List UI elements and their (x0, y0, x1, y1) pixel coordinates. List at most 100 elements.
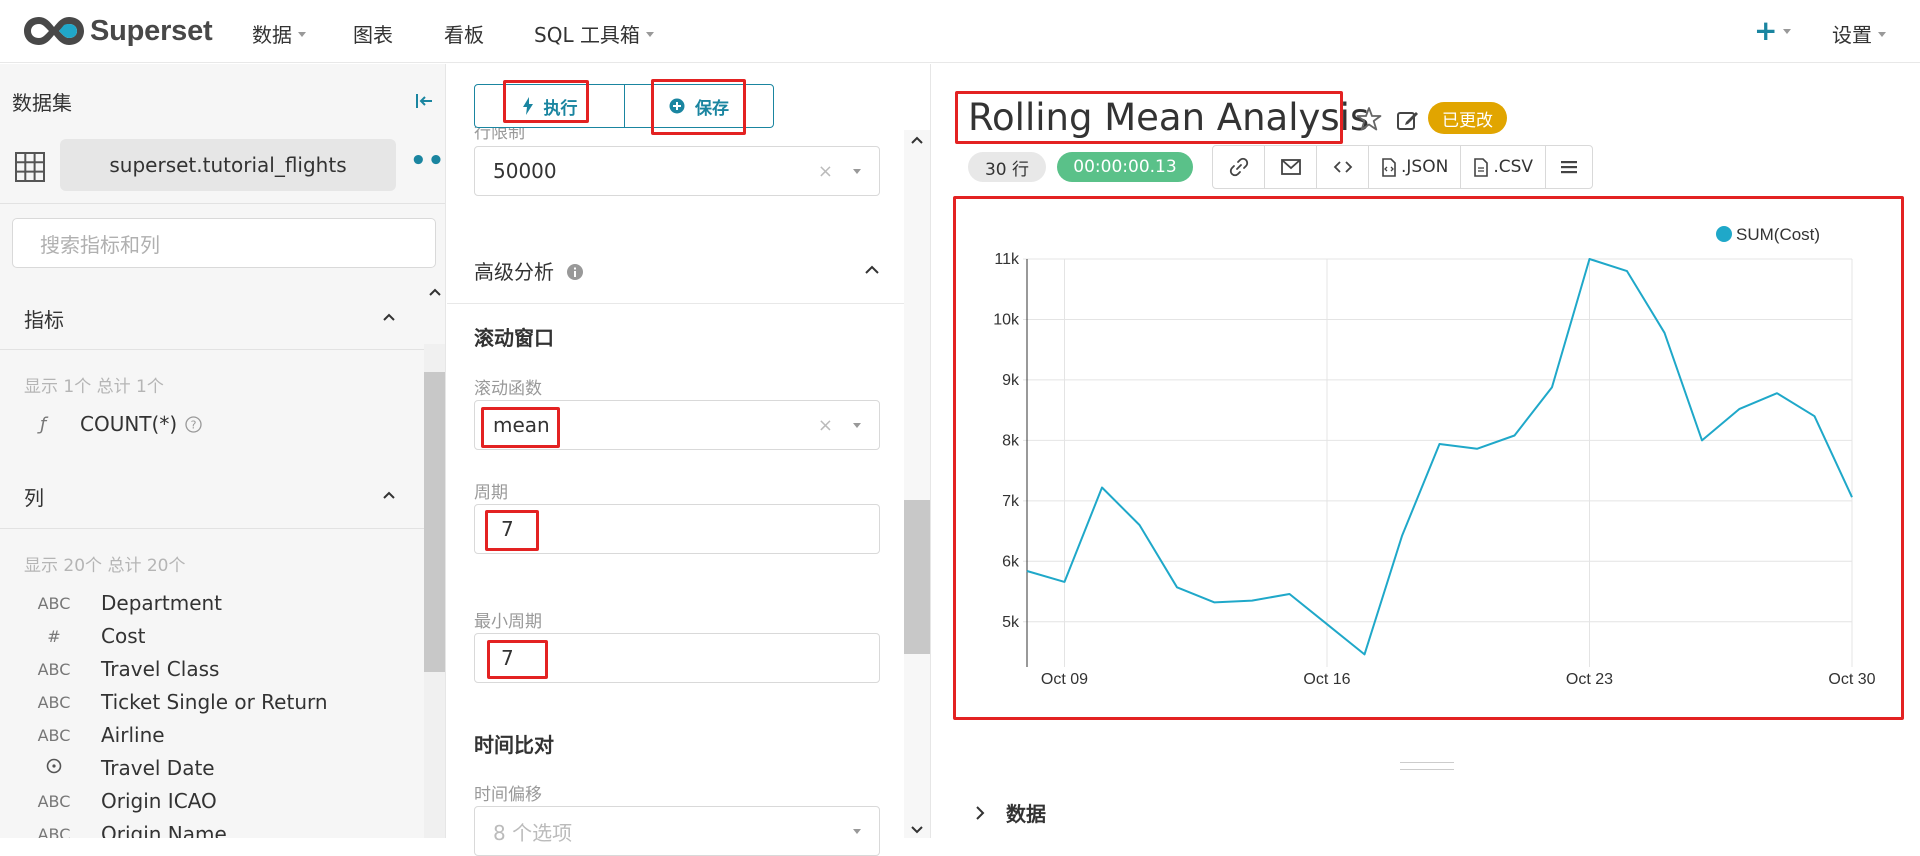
chevron-up-icon[interactable] (382, 310, 396, 324)
min-period-input[interactable]: 7 (474, 633, 880, 683)
embed-code-button[interactable] (1317, 146, 1369, 188)
metric-name: COUNT(*) (80, 412, 177, 436)
column-item[interactable]: ABCTicket Single or Return (28, 687, 328, 717)
settings-menu[interactable]: 设置 (1832, 19, 1886, 48)
search-metrics-columns-input[interactable]: 搜索指标和列 (12, 218, 436, 268)
plus-circle-icon (669, 98, 685, 114)
scroll-up-icon[interactable] (428, 286, 442, 298)
rolling-function-select[interactable]: mean × (474, 400, 880, 450)
dataset-panel-title: 数据集 (12, 87, 72, 116)
y-tick-label: 11k (994, 251, 1020, 268)
function-icon: ƒ (40, 414, 60, 435)
new-menu[interactable]: + (1754, 14, 1791, 47)
row-count-badge: 30 行 (968, 152, 1046, 182)
column-name: Origin ICAO (101, 789, 217, 813)
column-item[interactable]: ABCOrigin Name (28, 819, 227, 838)
changed-badge: 已更改 (1428, 102, 1507, 134)
chevron-down-icon (853, 829, 861, 834)
help-icon[interactable]: ? (185, 416, 202, 433)
column-name: Department (101, 591, 222, 615)
time-shift-label: 时间偏移 (474, 780, 542, 805)
scrollbar-thumb[interactable] (904, 500, 930, 654)
column-item[interactable]: Travel Date (28, 753, 215, 783)
star-icon[interactable] (1356, 106, 1382, 132)
legend-label: SUM(Cost) (1736, 225, 1820, 244)
series-line-sum-cost (1027, 259, 1852, 654)
string-type-icon: ABC (28, 792, 80, 811)
chevron-down-icon (298, 32, 306, 37)
metrics-summary: 显示 1个 总计 1个 (24, 372, 164, 397)
metrics-section-header[interactable]: 指标 (24, 304, 64, 333)
scrollbar-track[interactable] (904, 130, 930, 838)
plus-icon: + (1754, 14, 1777, 47)
column-name: Travel Class (101, 657, 219, 681)
x-tick-label: Oct 30 (1828, 671, 1875, 688)
run-button[interactable]: 执行 (475, 85, 625, 127)
link-icon (1229, 157, 1249, 177)
nav-dashboards-label: 看板 (444, 19, 484, 48)
rolling-function-value: mean (493, 413, 550, 437)
column-item[interactable]: ABC Origin ICAO (28, 786, 217, 816)
collapse-panel-icon[interactable] (414, 91, 434, 111)
nav-dashboards[interactable]: 看板 (444, 19, 484, 48)
column-item[interactable]: #Cost (28, 621, 145, 651)
data-section-toggle[interactable]: 数据 (974, 798, 1046, 827)
chart-title[interactable]: Rolling Mean Analysis (968, 96, 1369, 139)
column-name: Origin Name (101, 822, 227, 838)
period-input[interactable]: 7 (474, 504, 880, 554)
edit-icon[interactable] (1396, 108, 1420, 132)
chevron-down-icon (853, 423, 861, 428)
columns-section-header[interactable]: 列 (24, 482, 44, 511)
chevron-up-icon[interactable] (382, 488, 396, 502)
rolling-window-title: 滚动窗口 (474, 322, 554, 351)
scroll-up-icon[interactable] (910, 134, 924, 146)
dataset-name[interactable]: superset.tutorial_flights (60, 139, 396, 191)
file-code-icon (1381, 158, 1397, 177)
email-button[interactable] (1265, 146, 1317, 188)
copy-link-button[interactable] (1213, 146, 1265, 188)
export-csv-label: .CSV (1493, 157, 1533, 177)
more-options-icon[interactable]: ••• (410, 146, 446, 176)
divider (0, 349, 446, 350)
save-button[interactable]: 保存 (625, 85, 773, 127)
x-tick-label: Oct 16 (1303, 671, 1350, 688)
scroll-down-icon[interactable] (910, 824, 924, 836)
more-menu-button[interactable] (1546, 146, 1592, 188)
divider (0, 203, 446, 204)
superset-logo[interactable]: Superset (22, 12, 213, 50)
columns-summary: 显示 20个 总计 20个 (24, 551, 185, 576)
scrollbar-thumb[interactable] (424, 372, 446, 672)
line-chart: Oct 09Oct 16Oct 23Oct 305k6k7k8k9k10k11k… (953, 196, 1904, 720)
nav-charts[interactable]: 图表 (353, 19, 393, 48)
nav-sql-menu[interactable]: SQL 工具箱 (534, 19, 654, 48)
advanced-analytics-header[interactable]: 高级分析 (474, 256, 584, 285)
column-item[interactable]: ABCAirline (28, 720, 165, 750)
y-tick-label: 8k (1002, 432, 1020, 449)
time-shift-select[interactable]: 8 个选项 (474, 806, 880, 856)
row-limit-select[interactable]: 50000 × (474, 146, 880, 196)
legend-swatch (1716, 226, 1732, 242)
dataset-panel: 数据集 superset.tutorial_flights ••• 搜索指标和列… (0, 64, 446, 838)
column-name: Airline (101, 723, 165, 747)
chart-actions-toolbar: .JSON .CSV (1212, 145, 1593, 189)
column-item[interactable]: ABC Travel Class (28, 654, 219, 684)
drag-handle[interactable] (1400, 762, 1454, 770)
chevron-up-icon[interactable] (864, 262, 880, 276)
clear-icon[interactable]: × (818, 161, 833, 182)
chevron-down-icon (646, 32, 654, 37)
brand-name: Superset (90, 15, 213, 48)
rolling-function-label: 滚动函数 (474, 374, 542, 399)
metric-item[interactable]: ƒ COUNT(*) ? (40, 412, 202, 436)
string-type-icon: ABC (28, 660, 80, 679)
divider (447, 303, 905, 304)
column-item[interactable]: ABCDepartment (28, 588, 222, 618)
svg-text:?: ? (191, 418, 197, 431)
nav-data-label: 数据 (252, 19, 292, 48)
export-csv-button[interactable]: .CSV (1461, 146, 1546, 188)
info-icon[interactable] (566, 263, 584, 281)
string-type-icon: ABC (28, 693, 80, 712)
query-duration-badge: 00:00:00.13 (1057, 152, 1193, 182)
nav-data-menu[interactable]: 数据 (252, 19, 306, 48)
export-json-button[interactable]: .JSON (1369, 146, 1461, 188)
clear-icon[interactable]: × (818, 415, 833, 436)
